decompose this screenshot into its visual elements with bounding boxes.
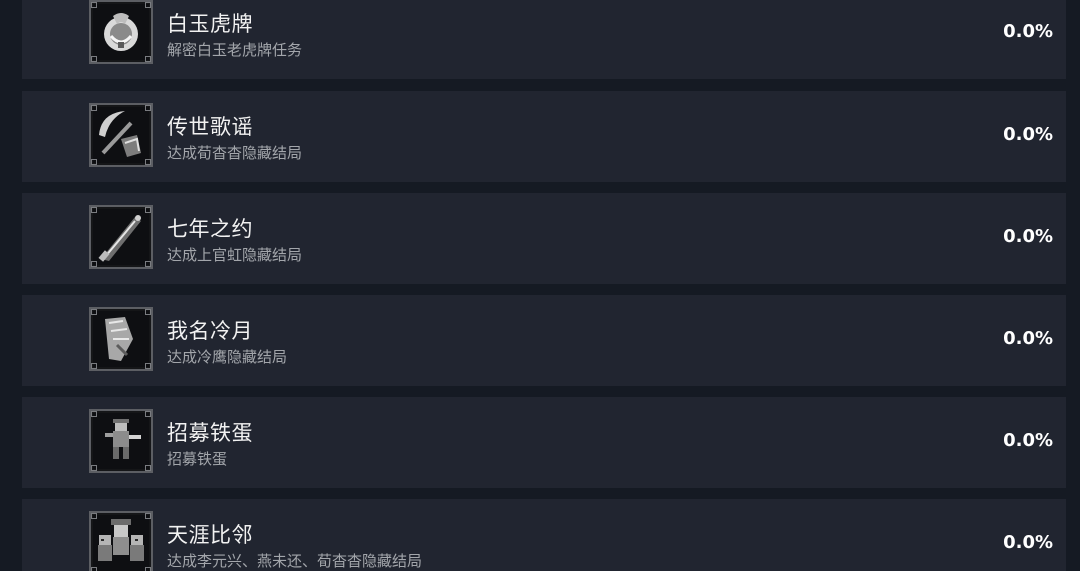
achievement-row[interactable]: 七年之约 达成上官虹隐藏结局 0.0% (22, 193, 1066, 284)
achievement-description: 解密白玉老虎牌任务 (167, 41, 303, 59)
scythe-icon (89, 103, 153, 167)
achievement-row[interactable]: 招募铁蛋 招募铁蛋 0.0% (22, 397, 1066, 488)
character-group-icon (89, 511, 153, 571)
achievement-row[interactable]: 天涯比邻 达成李元兴、燕未还、荀杳杳隐藏结局 0.0% (22, 499, 1066, 571)
achievement-title: 白玉虎牌 (167, 12, 253, 36)
achievement-unlock-percent: 0.0% (1003, 124, 1053, 145)
achievement-title: 传世歌谣 (167, 115, 253, 139)
achievement-unlock-percent: 0.0% (1003, 21, 1053, 42)
achievement-unlock-percent: 0.0% (1003, 328, 1053, 349)
pixel-character-icon (89, 409, 153, 473)
achievement-unlock-percent: 0.0% (1003, 226, 1053, 247)
achievement-description: 达成冷鹰隐藏结局 (167, 348, 288, 366)
achievement-row[interactable]: 传世歌谣 达成荀杳杳隐藏结局 0.0% (22, 91, 1066, 182)
jade-tiger-token-icon (89, 0, 153, 64)
achievement-description: 招募铁蛋 (167, 450, 228, 468)
achievement-title: 招募铁蛋 (167, 421, 253, 445)
achievement-row[interactable]: 我名冷月 达成冷鹰隐藏结局 0.0% (22, 295, 1066, 386)
blade-icon (89, 205, 153, 269)
achievement-row[interactable]: 白玉虎牌 解密白玉老虎牌任务 0.0% (22, 0, 1066, 79)
achievement-title: 七年之约 (167, 217, 253, 241)
achievement-title: 天涯比邻 (167, 523, 253, 547)
achievement-title: 我名冷月 (167, 319, 253, 343)
achievement-list: 白玉虎牌 解密白玉老虎牌任务 0.0% 传世歌谣 达成荀杳杳隐藏结局 0.0% (0, 0, 1080, 571)
achievement-description: 达成上官虹隐藏结局 (167, 246, 303, 264)
achievement-unlock-percent: 0.0% (1003, 532, 1053, 553)
achievement-unlock-percent: 0.0% (1003, 430, 1053, 451)
achievement-description: 达成李元兴、燕未还、荀杳杳隐藏结局 (167, 552, 423, 570)
gauntlet-icon (89, 307, 153, 371)
achievement-description: 达成荀杳杳隐藏结局 (167, 144, 303, 162)
